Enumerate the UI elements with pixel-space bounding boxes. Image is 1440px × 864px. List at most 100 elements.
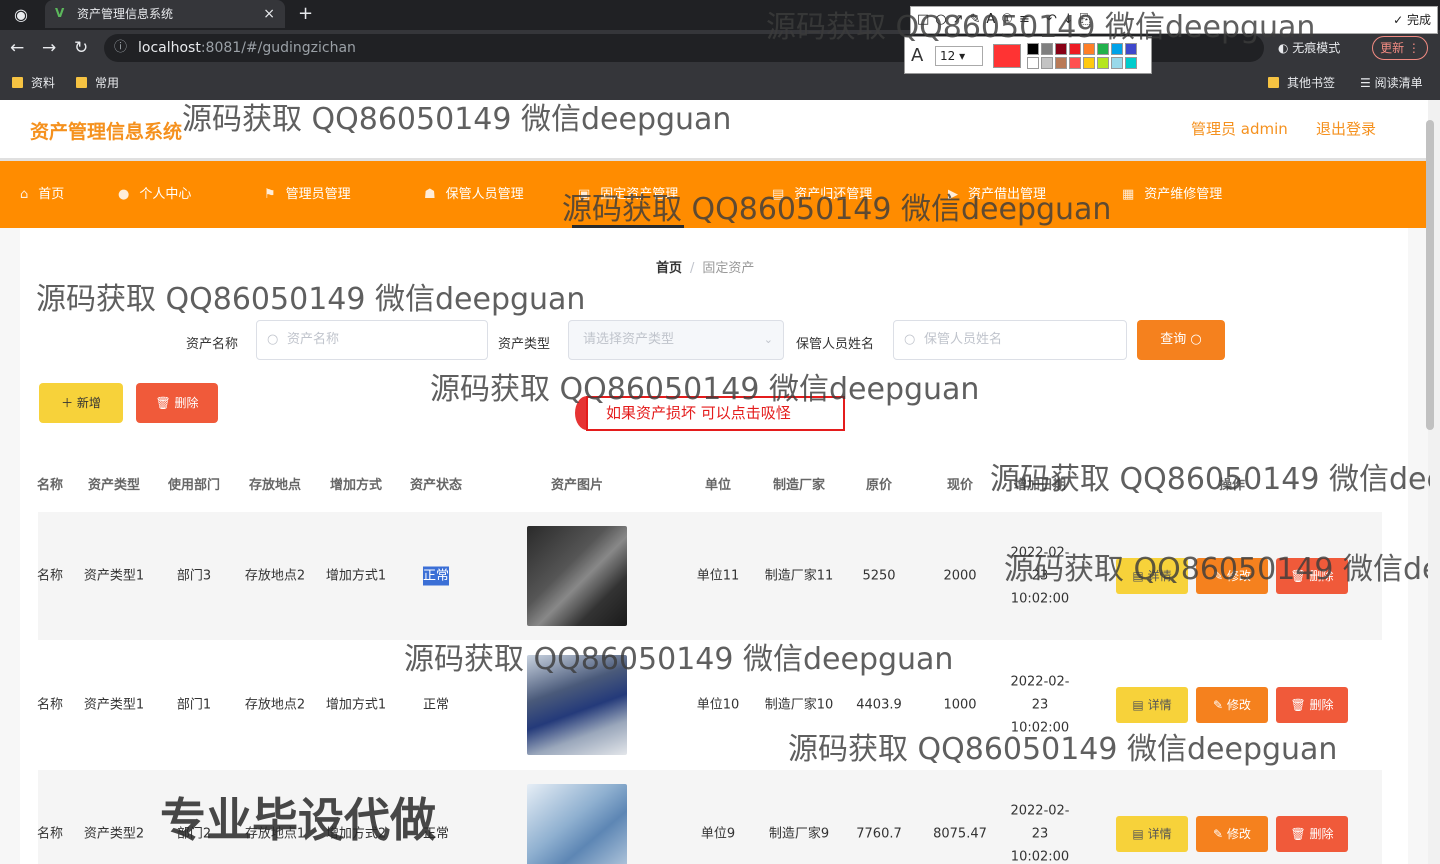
bookmark-folder[interactable]: 常用 bbox=[76, 66, 119, 100]
back-icon[interactable]: ← bbox=[10, 38, 24, 58]
column-header: 现价 bbox=[946, 478, 974, 493]
color-swatch[interactable] bbox=[1083, 57, 1095, 69]
user-info: 管理员 admin bbox=[1191, 120, 1288, 138]
reading-list[interactable]: ☰ 阅读清单 bbox=[1360, 66, 1423, 100]
color-swatch[interactable] bbox=[1069, 57, 1081, 69]
table-row: 名称 资产类型1 部门3 存放地点2 增加方式1 正常 单位11 制造厂家11 … bbox=[37, 512, 1382, 640]
browser-menu-icon[interactable]: ◉ bbox=[14, 5, 28, 24]
asset-image[interactable] bbox=[527, 655, 627, 755]
menu-item-profile[interactable]: ● 个人中心 bbox=[118, 161, 191, 228]
edit-button[interactable]: ✎ 修改 bbox=[1196, 816, 1268, 852]
box-icon: ▣ bbox=[578, 187, 591, 202]
cell-status: 正常 bbox=[422, 566, 450, 586]
delete-button[interactable]: 🗑 删除 bbox=[1276, 687, 1348, 723]
flag-icon: ⚑ bbox=[264, 187, 276, 202]
people-icon: ☗ bbox=[424, 187, 436, 202]
color-swatch[interactable] bbox=[1069, 43, 1081, 55]
column-header: 使用部门 bbox=[167, 478, 221, 493]
column-header: 增加方式 bbox=[329, 478, 383, 493]
column-header: 制造厂家 bbox=[772, 478, 826, 493]
menu-item-repair[interactable]: ▦ 资产维修管理 bbox=[1122, 161, 1222, 228]
asset-image[interactable] bbox=[527, 526, 627, 626]
column-header: 资产图片 bbox=[550, 478, 604, 493]
close-tab-icon[interactable]: × bbox=[263, 0, 275, 28]
color-swatch[interactable] bbox=[1041, 43, 1053, 55]
cell-unit: 单位11 bbox=[696, 568, 740, 584]
keeper-name-input[interactable]: ○ 保管人员姓名 bbox=[893, 320, 1127, 360]
delete-button[interactable]: 🗑 删除 bbox=[1276, 816, 1348, 852]
cell-date: 2022-02-23 10:02:00 bbox=[1010, 803, 1070, 864]
detail-button[interactable]: ▤ 详情 bbox=[1116, 687, 1188, 723]
bookmark-folder[interactable]: 资料 bbox=[12, 66, 55, 100]
detail-button[interactable]: ▤ 详情 bbox=[1116, 558, 1188, 594]
logout-link[interactable]: 退出登录 bbox=[1316, 118, 1376, 139]
keeper-name-label: 保管人员姓名 bbox=[796, 337, 875, 352]
forward-icon[interactable]: → bbox=[42, 38, 56, 58]
edit-button[interactable]: ✎ 修改 bbox=[1196, 558, 1268, 594]
breadcrumb-home[interactable]: 首页 bbox=[656, 261, 682, 276]
font-icon: A bbox=[911, 45, 924, 66]
cell-name: 名称 bbox=[36, 697, 63, 713]
site-info-icon[interactable]: ⓘ bbox=[114, 34, 127, 62]
color-swatch[interactable] bbox=[1111, 43, 1123, 55]
cell-method: 增加方式1 bbox=[325, 568, 387, 584]
menu-item-returns[interactable]: ▤ 资产归还管理 bbox=[772, 161, 872, 228]
cell-price: 5250 bbox=[862, 568, 896, 584]
annotation-textbox[interactable]: 如果资产损坏 可以点击吸怪 bbox=[586, 396, 845, 431]
url-path: :8081/#/gudingzichan bbox=[200, 40, 356, 56]
cell-current-price: 2000 bbox=[943, 568, 977, 584]
color-swatch[interactable] bbox=[1125, 43, 1137, 55]
cell-type: 资产类型1 bbox=[83, 697, 145, 713]
asset-name-input[interactable]: ○ 资产名称 bbox=[256, 320, 488, 360]
cell-price: 7760.7 bbox=[856, 826, 902, 842]
asset-type-select[interactable]: 请选择资产类型 ⌄ bbox=[568, 320, 784, 360]
color-swatch[interactable] bbox=[1027, 57, 1039, 69]
text-style-panel: A 12 ▾ bbox=[904, 36, 1152, 74]
asset-image[interactable] bbox=[527, 784, 627, 864]
menu-item-home[interactable]: ⌂ 首页 bbox=[20, 161, 64, 228]
column-header: 单位 bbox=[704, 478, 732, 493]
cell-location: 存放地点2 bbox=[244, 568, 306, 584]
color-swatch[interactable] bbox=[1111, 57, 1123, 69]
cell-date: 2022-02-23 10:02:00 bbox=[1010, 545, 1070, 607]
browser-tab[interactable]: V 资产管理信息系统 × bbox=[45, 0, 285, 28]
color-swatch[interactable] bbox=[1055, 43, 1067, 55]
color-swatch[interactable] bbox=[1041, 57, 1053, 69]
menu-item-keepers[interactable]: ☗ 保管人员管理 bbox=[424, 161, 524, 228]
address-bar-row: ← → ↻ ⓘ localhost:8081/#/gudingzichan ◐ … bbox=[0, 30, 1440, 66]
chevron-down-icon: ⌄ bbox=[763, 333, 773, 346]
query-button[interactable]: 查询 ○ bbox=[1137, 320, 1225, 360]
menu-item-fixed-assets[interactable]: ▣ 固定资产管理 bbox=[572, 161, 685, 228]
repair-icon: ▦ bbox=[1122, 187, 1135, 202]
url-host: localhost bbox=[138, 40, 201, 56]
annotation-toolbar: □○↗✎A①≡ ↶↓⎘ ✓ 完成 bbox=[910, 6, 1438, 34]
other-bookmarks[interactable]: 其他书签 bbox=[1268, 66, 1335, 100]
table-row: 名称 资产类型2 部门2 存放地点1 增加方式2 正常 单位9 制造厂家9 77… bbox=[37, 770, 1382, 864]
incognito-indicator: ◐ 无痕模式 bbox=[1278, 41, 1341, 55]
current-color-swatch[interactable] bbox=[993, 44, 1021, 68]
update-button[interactable]: 更新 ⋮ bbox=[1372, 36, 1428, 60]
column-header: 名称 bbox=[36, 478, 64, 493]
color-swatch[interactable] bbox=[1027, 43, 1039, 55]
color-swatch[interactable] bbox=[1055, 57, 1067, 69]
delete-button[interactable]: 🗑 删除 bbox=[1276, 558, 1348, 594]
font-size-select[interactable]: 12 ▾ bbox=[935, 46, 983, 66]
edit-button[interactable]: ✎ 修改 bbox=[1196, 687, 1268, 723]
reload-icon[interactable]: ↻ bbox=[74, 38, 88, 58]
scrollbar-thumb[interactable] bbox=[1426, 120, 1434, 430]
color-swatch[interactable] bbox=[1097, 57, 1109, 69]
add-button[interactable]: ＋ 新增 bbox=[39, 383, 123, 423]
vue-favicon-icon: V bbox=[55, 6, 65, 20]
new-tab-button[interactable]: + bbox=[298, 0, 313, 28]
app-header: 资产管理信息系统 管理员 admin 退出登录 bbox=[0, 100, 1428, 158]
menu-item-lending[interactable]: ▶ 资产借出管理 bbox=[948, 161, 1046, 228]
batch-delete-button[interactable]: 🗑 删除 bbox=[136, 383, 218, 423]
done-button[interactable]: ✓ 完成 bbox=[1393, 7, 1431, 33]
page-scrollbar[interactable] bbox=[1426, 100, 1440, 864]
color-swatch[interactable] bbox=[1083, 43, 1095, 55]
detail-button[interactable]: ▤ 详情 bbox=[1116, 816, 1188, 852]
color-swatch[interactable] bbox=[1125, 57, 1137, 69]
menu-item-admins[interactable]: ⚑ 管理员管理 bbox=[264, 161, 351, 228]
color-swatch[interactable] bbox=[1097, 43, 1109, 55]
cell-date: 2022-02-23 10:02:00 bbox=[1010, 674, 1070, 736]
